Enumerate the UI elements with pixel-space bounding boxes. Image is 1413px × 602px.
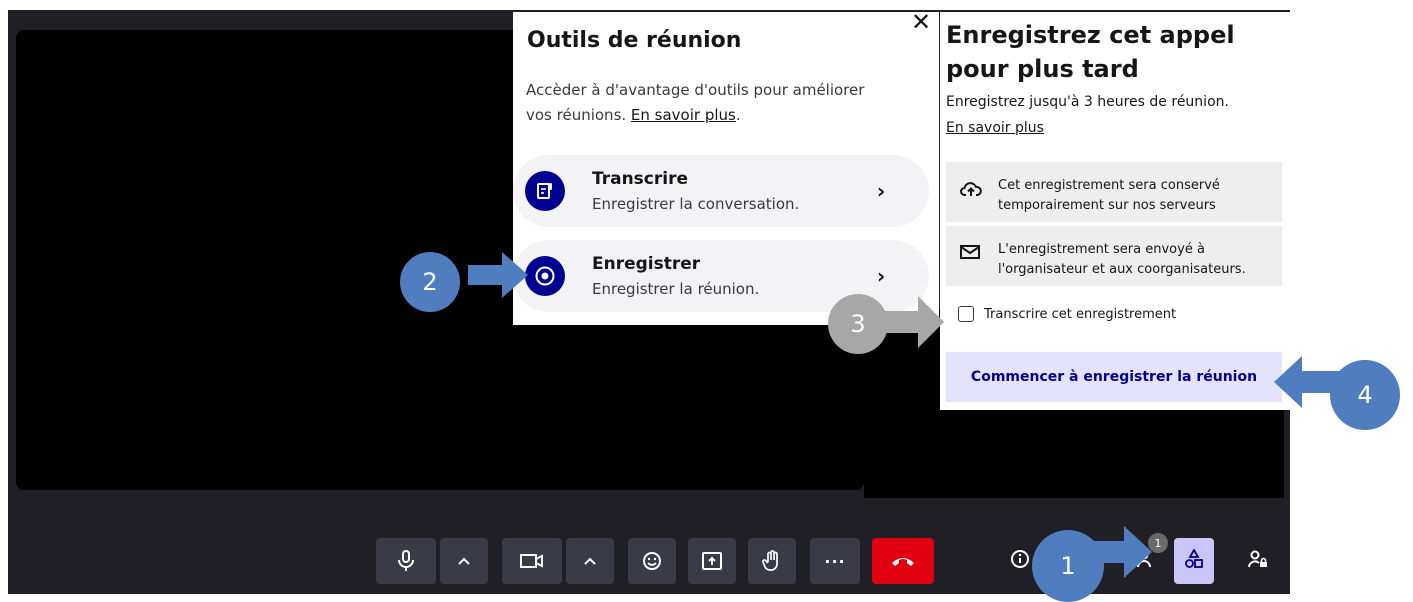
transcribe-icon <box>525 171 565 211</box>
raise-hand-button[interactable] <box>748 538 796 584</box>
info-line: temporairement sur nos serveurs <box>998 198 1216 213</box>
info-box-email: L'enregistrement sera envoyé à l'organis… <box>946 226 1282 286</box>
record-icon <box>525 256 565 296</box>
start-recording-button[interactable]: Commencer à enregistrer la réunion <box>946 352 1282 402</box>
learn-more-link[interactable]: En savoir plus <box>946 120 1044 136</box>
callout-3: 3 <box>828 294 888 354</box>
transcribe-recording-option[interactable]: Transcrire cet enregistrement <box>958 306 1176 322</box>
tools-button[interactable] <box>1174 538 1214 584</box>
transcribe-checkbox[interactable] <box>958 306 974 322</box>
callout-2: 2 <box>400 252 460 312</box>
chevron-up-icon <box>583 556 597 566</box>
share-screen-icon <box>702 552 722 570</box>
meeting-tools-panel: Outils de réunion ✕ Accèder à d'avantage… <box>513 10 939 325</box>
info-line: l'organisateur et aux coorganisateurs. <box>998 262 1246 277</box>
info-text: L'enregistrement sera envoyé à l'organis… <box>998 240 1246 280</box>
cloud-upload-icon <box>960 180 982 202</box>
callout-arrow-3 <box>884 296 944 348</box>
more-icon: ··· <box>824 551 846 571</box>
tool-subtitle: Enregistrer la conversation. <box>592 195 800 213</box>
info-icon <box>1010 549 1030 573</box>
tool-name: Enregistrer <box>592 254 701 274</box>
tool-subtitle: Enregistrer la réunion. <box>592 280 760 298</box>
record-panel-title: Enregistrez cet appel pour plus tard <box>946 21 1235 83</box>
tool-item-transcribe[interactable]: Transcrire Enregistrer la conversation. … <box>513 155 929 227</box>
chevron-right-icon: › <box>877 179 886 203</box>
info-line: Cet enregistrement sera conservé <box>998 178 1220 193</box>
tool-name: Transcrire <box>592 169 689 189</box>
hangup-icon <box>890 555 916 567</box>
hangup-button[interactable] <box>872 538 934 584</box>
reactions-button[interactable] <box>628 538 676 584</box>
raise-hand-icon <box>762 550 782 572</box>
callout-4: 4 <box>1330 360 1400 430</box>
learn-more-link[interactable]: En savoir plus <box>631 106 736 124</box>
share-screen-button[interactable] <box>688 538 736 584</box>
camera-button[interactable] <box>502 538 562 584</box>
admin-button[interactable] <box>1238 538 1278 584</box>
close-icon[interactable]: ✕ <box>911 10 931 34</box>
chevron-right-icon: › <box>877 264 886 288</box>
admin-icon <box>1247 549 1269 573</box>
more-options-button[interactable]: ··· <box>810 538 860 584</box>
emoji-icon <box>642 551 662 571</box>
callout-arrow-2 <box>468 252 528 298</box>
tools-panel-title: Outils de réunion <box>527 28 742 53</box>
microphone-options-button[interactable] <box>440 538 488 584</box>
camera-icon <box>520 553 544 569</box>
record-panel: Enregistrez cet appel pour plus tard Enr… <box>940 12 1290 410</box>
microphone-button[interactable] <box>376 538 436 584</box>
tools-desc-end: . <box>735 106 741 124</box>
camera-options-button[interactable] <box>566 538 614 584</box>
tools-icon <box>1184 548 1204 573</box>
tools-panel-description: Accèder à d'avantage d'outils pour améli… <box>526 78 886 128</box>
info-box-storage: Cet enregistrement sera conservé tempora… <box>946 162 1282 222</box>
microphone-icon <box>397 550 415 572</box>
info-line: L'enregistrement sera envoyé à <box>998 242 1205 257</box>
info-text: Cet enregistrement sera conservé tempora… <box>998 176 1220 216</box>
mail-icon <box>960 244 980 264</box>
chevron-up-icon <box>457 556 471 566</box>
record-panel-description: Enregistrez jusqu'à 3 heures de réunion. <box>946 94 1229 110</box>
checkbox-label: Transcrire cet enregistrement <box>984 306 1177 322</box>
callout-1: 1 <box>1032 530 1104 602</box>
